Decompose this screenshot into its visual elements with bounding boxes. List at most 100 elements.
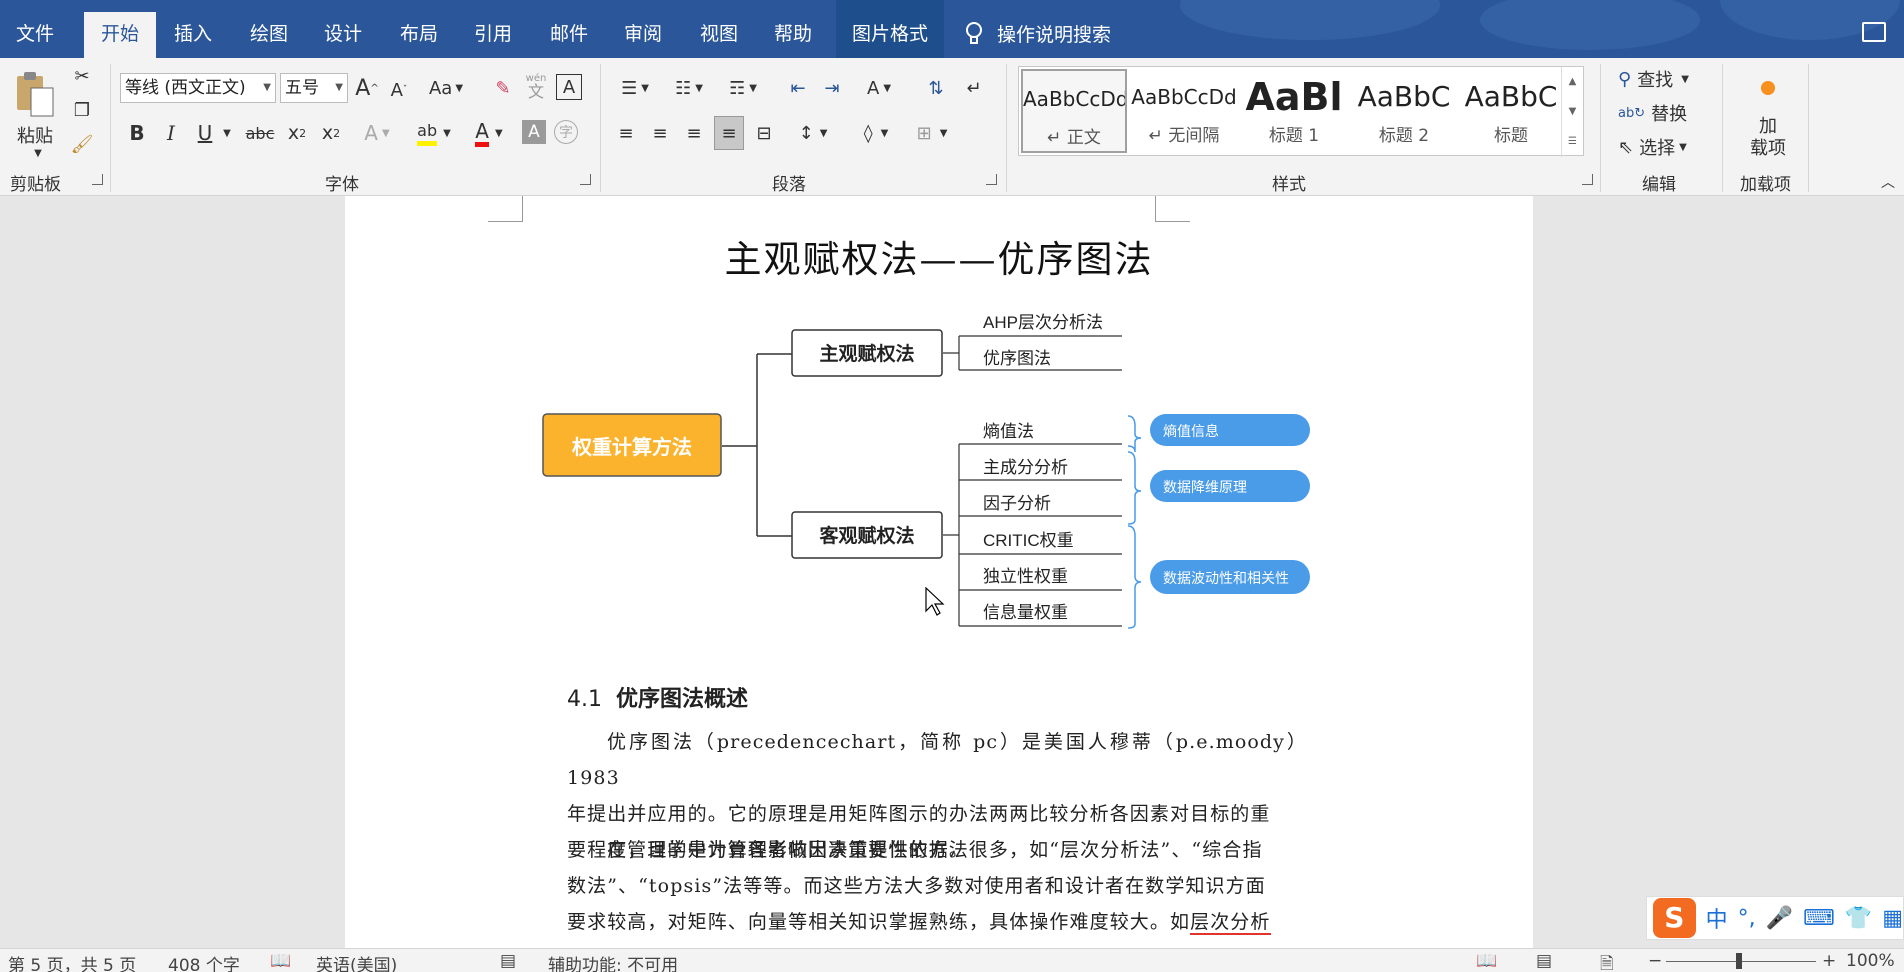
sort-icon[interactable]: ⇅ [922,74,950,102]
replace-button[interactable]: ab↻ 替换 [1618,98,1708,128]
mindmap-figure[interactable]: 权重计算方法 主观赋权法 客观赋权法 AHP层次分析法 优序图法 熵值法 主成分… [345,196,1533,636]
italic-button[interactable]: I [158,116,184,150]
style-title[interactable]: AaBbC 标题 [1459,69,1563,153]
gallery-more-icon[interactable]: ☰ [1561,127,1583,157]
find-button[interactable]: ⚲ 查找 ▼ [1618,64,1708,94]
shrink-font-icon[interactable]: Aˇ [386,76,412,104]
web-layout-icon[interactable]: 🗎 [1600,951,1614,972]
underline-button[interactable]: U [192,116,218,150]
font-launcher-icon[interactable] [580,174,591,185]
apps-grid-icon[interactable]: ▦ [1882,906,1903,931]
word-count[interactable]: 408 个字 [168,951,240,972]
divider [1600,64,1601,192]
paste-icon[interactable] [10,68,60,124]
decrease-indent-icon[interactable]: ⇤ [784,74,812,102]
character-shading-icon[interactable]: A [522,120,546,144]
zoom-level[interactable]: 100% [1846,951,1895,971]
change-case-button[interactable]: Aa ▼ [424,74,468,102]
zoom-slider-thumb[interactable] [1736,953,1742,969]
tab-review[interactable]: 审阅 [610,0,676,58]
tab-help[interactable]: 帮助 [760,0,826,58]
tab-layout[interactable]: 布局 [386,0,452,58]
cut-icon[interactable]: ✂ [70,64,94,88]
grow-font-icon[interactable]: A ^ [354,74,380,102]
paste-button[interactable]: 粘贴 [10,122,60,148]
ime-lang-indicator[interactable]: 中 [1706,902,1728,934]
mindmap-branch-label: 客观赋权法 [819,524,914,547]
multilevel-list-icon[interactable]: ☶ ▼ [720,74,766,102]
style-heading-2[interactable]: AaBbC 标题 2 [1351,69,1457,153]
paste-dropdown-icon[interactable]: ▼ [28,146,48,160]
accessibility-status[interactable]: 辅助功能: 不可用 [548,951,678,972]
read-mode-icon[interactable]: 📖 [1476,951,1497,971]
document-page[interactable]: 主观赋权法——优序图法 权重计算方法 主观赋权法 客观赋权法 AHP层次分析法 … [345,196,1533,948]
microphone-icon[interactable]: 🎤 [1766,906,1793,931]
zoom-in-icon[interactable]: + [1822,951,1836,971]
increase-indent-icon[interactable]: ⇥ [818,74,846,102]
macro-icon[interactable]: ▤ [500,951,516,971]
format-painter-icon[interactable]: 🖌 [70,132,94,156]
addins-button[interactable]: 加载项 [1740,114,1796,162]
bullets-icon[interactable]: ☰ ▼ [612,74,658,102]
comments-icon[interactable] [1862,22,1886,42]
print-layout-icon[interactable]: ▤ [1536,951,1552,971]
tell-me-search[interactable]: 操作说明搜索 [965,20,1111,47]
tab-view[interactable]: 视图 [686,0,752,58]
phonetic-guide-icon[interactable]: wén 文 [522,70,550,104]
align-center-icon[interactable]: ≡ [646,118,674,148]
style-normal[interactable]: AaBbCcDd ↵ 正文 [1021,69,1127,153]
clipboard-launcher-icon[interactable] [92,174,103,185]
borders-icon[interactable]: ⊞ ▼ [908,118,956,148]
gallery-up-icon[interactable]: ▲ [1561,67,1583,97]
collapse-ribbon-icon[interactable]: ︿ [1876,170,1900,194]
paragraph-launcher-icon[interactable] [986,174,997,185]
highlight-color-icon[interactable]: ab ▼ [410,116,458,150]
copy-icon[interactable]: ❐ [70,98,94,122]
page-count[interactable]: 第 5 页，共 5 页 [8,951,136,972]
tab-references[interactable]: 引用 [460,0,526,58]
text-effects-icon[interactable]: A ▼ [356,116,398,150]
font-color-icon[interactable]: A ▼ [466,116,512,150]
asian-layout-icon[interactable]: A ▼ [856,74,902,102]
align-right-icon[interactable]: ≡ [680,118,708,148]
align-left-icon[interactable]: ≡ [612,118,640,148]
language-indicator[interactable]: 英语(美国) [316,951,397,972]
divider [110,64,111,192]
bold-button[interactable]: B [124,116,150,150]
character-border-icon[interactable]: A [556,74,582,100]
line-spacing-icon[interactable]: ↕ ▼ [790,118,836,148]
strikethrough-button[interactable]: abc [244,116,276,150]
superscript-icon[interactable]: x2 [318,116,344,150]
skin-icon[interactable]: 👕 [1845,906,1872,931]
punctuation-icon[interactable]: °, [1738,906,1756,931]
font-name-combo[interactable]: 等线 (西文正文) ▼ [120,73,276,103]
style-heading-1[interactable]: AaBl 标题 1 [1241,69,1347,153]
zoom-out-icon[interactable]: − [1648,951,1662,971]
keyboard-icon[interactable]: ⌨ [1803,906,1835,931]
styles-launcher-icon[interactable] [1582,174,1593,185]
subscript-icon[interactable]: x2 [284,116,310,150]
select-button[interactable]: ⇖ 选择 ▼ [1618,132,1708,162]
tab-design[interactable]: 设计 [310,0,376,58]
enclose-characters-icon[interactable]: 字 [554,120,578,144]
tab-insert[interactable]: 插入 [160,0,226,58]
numbering-icon[interactable]: ☷ ▼ [666,74,712,102]
tab-draw[interactable]: 绘图 [236,0,302,58]
distributed-icon[interactable]: ⊟ [750,118,778,148]
font-size-combo[interactable]: 五号 ▼ [280,73,348,103]
tab-mailings[interactable]: 邮件 [536,0,602,58]
style-no-spacing[interactable]: AaBbCcDd ↵ 无间隔 [1131,69,1237,153]
ime-toolbar[interactable]: S 中 °, 🎤 ⌨ 👕 ▦ [1646,896,1904,940]
underline-dropdown-icon[interactable]: ▼ [220,116,234,150]
shading-icon[interactable]: ◊ ▼ [852,118,900,148]
paragraph[interactable]: 在管理学中计算各影响因素重要性的方法很多，如“层次分析法”、“综合指 数法”、“… [567,832,1307,940]
show-marks-icon[interactable]: ↵ [960,74,988,102]
tab-home[interactable]: 开始 [84,12,156,58]
gallery-down-icon[interactable]: ▼ [1561,97,1583,127]
sogou-logo-icon[interactable]: S [1653,898,1696,938]
tab-file[interactable]: 文件 [0,0,70,58]
tab-picture-format[interactable]: 图片格式 [836,0,944,58]
proofing-icon[interactable]: 📖 [270,951,291,971]
clear-formatting-icon[interactable]: ✎ [490,74,516,102]
justify-icon[interactable]: ≡ [714,116,744,150]
